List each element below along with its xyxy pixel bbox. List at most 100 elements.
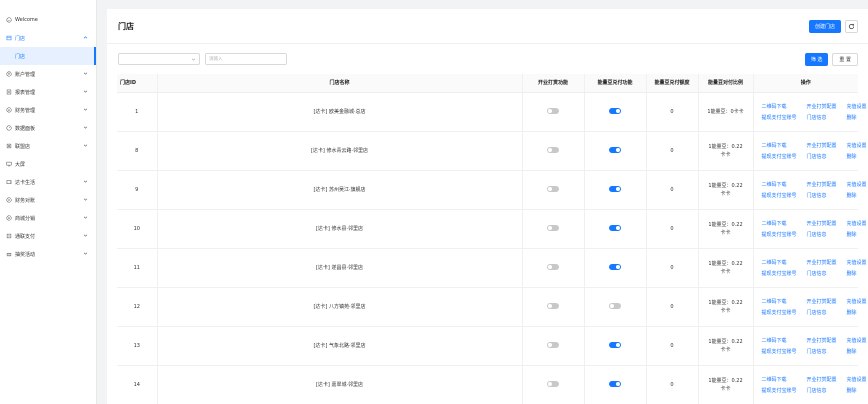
sidebar-item-9[interactable]: 达卡生活: [0, 173, 96, 191]
op-link-5[interactable]: 删除: [847, 231, 867, 238]
op-link-0[interactable]: 二维码下载: [762, 142, 797, 149]
op-link-2[interactable]: 充值设置: [847, 142, 867, 149]
op-link-0[interactable]: 二维码下载: [762, 259, 797, 266]
sidebar-subitem-store[interactable]: 门店: [0, 47, 96, 65]
op-link-4[interactable]: 门店信息: [807, 114, 837, 121]
op-link-2[interactable]: 充值设置: [847, 376, 867, 383]
op-link-0[interactable]: 二维码下载: [762, 220, 797, 227]
op-link-3[interactable]: 提现支付宝账号: [762, 348, 797, 355]
sidebar-item-4[interactable]: 报表管理: [0, 83, 96, 101]
op-link-2[interactable]: 充值设置: [847, 103, 867, 110]
redeem-toggle[interactable]: [609, 303, 621, 310]
redeem-toggle[interactable]: [609, 381, 621, 388]
ratio-line-2: 卡卡: [720, 151, 731, 158]
op-link-1[interactable]: 开业打赏配置: [807, 220, 837, 227]
open-reward-toggle[interactable]: [547, 186, 559, 193]
redeem-toggle[interactable]: [609, 264, 621, 271]
chevron-up-icon: [83, 36, 88, 39]
sidebar-item-0[interactable]: Welcome: [0, 11, 96, 29]
sidebar-item-1[interactable]: 门店: [0, 29, 96, 47]
refresh-button[interactable]: [845, 19, 858, 33]
search-button[interactable]: 筛 选: [804, 52, 829, 66]
sidebar-item-8[interactable]: 大屏: [0, 155, 96, 173]
op-link-3[interactable]: 提现支付宝账号: [762, 270, 797, 277]
op-link-5[interactable]: 删除: [847, 270, 867, 277]
open-reward-toggle[interactable]: [547, 108, 559, 115]
sidebar-item-13[interactable]: 抽奖活动: [0, 245, 96, 263]
sidebar: Welcome 门店 门店 账户管理 报表管理 财务管理 数据面板 联盟店 大屏 达卡生活 财务对账…: [0, 0, 97, 404]
quota-cell: 0: [645, 209, 698, 249]
redeem-toggle[interactable]: [609, 147, 621, 154]
ratio-line-1: 1能量豆：0.22: [708, 260, 743, 267]
op-link-5[interactable]: 删除: [847, 114, 867, 121]
store-id-cell: 11: [117, 248, 157, 288]
col-ratio: 能量豆对付比例: [697, 74, 753, 93]
op-link-3[interactable]: 提现支付宝账号: [762, 231, 797, 238]
chevron-down-icon: [83, 126, 88, 129]
op-link-1[interactable]: 开业打赏配置: [807, 376, 837, 383]
create-store-button[interactable]: 创建门店: [808, 19, 841, 33]
op-link-2[interactable]: 充值设置: [847, 220, 867, 227]
op-link-4[interactable]: 门店信息: [807, 270, 837, 277]
redeem-toggle[interactable]: [609, 342, 621, 349]
op-link-2[interactable]: 充值设置: [847, 259, 867, 266]
op-link-5[interactable]: 删除: [847, 309, 867, 316]
op-link-1[interactable]: 开业打赏配置: [807, 259, 837, 266]
op-link-1[interactable]: 开业打赏配置: [807, 103, 837, 110]
op-link-1[interactable]: 开业打赏配置: [807, 337, 837, 344]
op-link-3[interactable]: 提现支付宝账号: [762, 114, 797, 121]
chevron-down-icon: [83, 108, 88, 111]
op-link-4[interactable]: 门店信息: [807, 153, 837, 160]
sidebar-item-12[interactable]: 通联支付: [0, 227, 96, 245]
op-link-0[interactable]: 二维码下载: [762, 376, 797, 383]
op-link-0[interactable]: 二维码下载: [762, 337, 797, 344]
op-link-1[interactable]: 开业打赏配置: [807, 181, 837, 188]
search-input[interactable]: [205, 53, 287, 65]
sidebar-item-3[interactable]: 账户管理: [0, 65, 96, 83]
op-link-3[interactable]: 提现支付宝账号: [762, 192, 797, 199]
op-link-0[interactable]: 二维码下载: [762, 103, 797, 110]
store-id-cell: 12: [117, 287, 157, 327]
op-link-1[interactable]: 开业打赏配置: [807, 298, 837, 305]
sidebar-item-11[interactable]: 商城分销: [0, 209, 96, 227]
op-link-1[interactable]: 开业打赏配置: [807, 142, 837, 149]
sidebar-item-6[interactable]: 数据面板: [0, 119, 96, 137]
open-reward-toggle[interactable]: [547, 264, 559, 271]
op-link-3[interactable]: 提现支付宝账号: [762, 153, 797, 160]
op-link-4[interactable]: 门店信息: [807, 348, 837, 355]
open-reward-toggle[interactable]: [547, 303, 559, 310]
op-link-5[interactable]: 删除: [847, 387, 867, 394]
redeem-toggle[interactable]: [609, 186, 621, 193]
redeem-toggle[interactable]: [609, 108, 621, 115]
ratio-cell: 1能量豆：0.22 卡卡: [697, 287, 753, 327]
op-link-2[interactable]: 充值设置: [847, 298, 867, 305]
sidebar-item-5[interactable]: 财务管理: [0, 101, 96, 119]
op-link-4[interactable]: 门店信息: [807, 309, 837, 316]
open-reward-toggle[interactable]: [547, 381, 559, 388]
filter-select[interactable]: [118, 53, 200, 65]
sidebar-item-10[interactable]: 财务对账: [0, 191, 96, 209]
op-link-3[interactable]: 提现支付宝账号: [762, 309, 797, 316]
op-link-3[interactable]: 提现支付宝账号: [762, 387, 797, 394]
ratio-line-1: 1能量豆：0卡卡: [707, 108, 744, 115]
op-link-2[interactable]: 充值设置: [847, 181, 867, 188]
open-reward-toggle[interactable]: [547, 147, 559, 154]
op-link-5[interactable]: 删除: [847, 192, 867, 199]
pay-icon: [5, 233, 12, 240]
op-link-5[interactable]: 删除: [847, 348, 867, 355]
op-link-2[interactable]: 充值设置: [847, 337, 867, 344]
sidebar-item-7[interactable]: 联盟店: [0, 137, 96, 155]
open-reward-toggle[interactable]: [547, 225, 559, 232]
op-link-5[interactable]: 删除: [847, 153, 867, 160]
op-link-4[interactable]: 门店信息: [807, 387, 837, 394]
ratio-line-2: 卡卡: [720, 268, 731, 275]
open-reward-toggle[interactable]: [547, 342, 559, 349]
op-link-0[interactable]: 二维码下载: [762, 298, 797, 305]
redeem-toggle[interactable]: [609, 225, 621, 232]
op-link-4[interactable]: 门店信息: [807, 192, 837, 199]
op-link-4[interactable]: 门店信息: [807, 231, 837, 238]
quota-cell: 0: [645, 131, 698, 171]
op-link-0[interactable]: 二维码下载: [762, 181, 797, 188]
reset-button[interactable]: 重 置: [832, 52, 858, 66]
redeem-cell: [583, 287, 646, 327]
